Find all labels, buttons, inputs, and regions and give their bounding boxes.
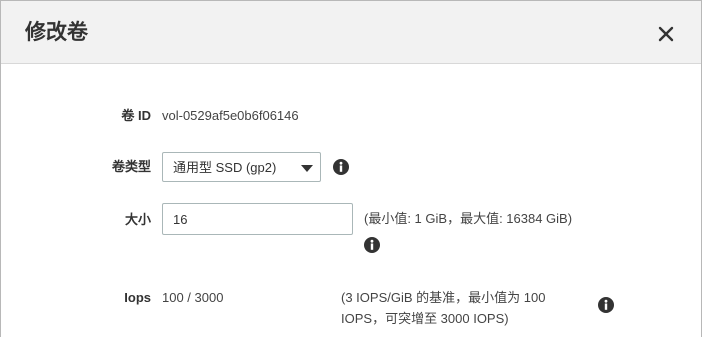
size-input[interactable] <box>162 203 353 235</box>
close-icon <box>658 26 674 42</box>
iops-value: 100 / 3000 <box>162 290 224 305</box>
size-hint: (最小值: 1 GiB，最大值: 16384 GiB) <box>364 211 573 226</box>
close-button[interactable] <box>655 23 677 45</box>
chevron-down-icon <box>301 165 313 172</box>
iops-info-icon[interactable] <box>598 297 614 313</box>
size-label: 大小 <box>124 212 151 227</box>
size-info-icon[interactable] <box>364 237 380 253</box>
volume-type-info-icon[interactable] <box>333 159 349 175</box>
volume-type-selected: 通用型 SSD (gp2) <box>173 160 277 175</box>
dialog-header: 修改卷 <box>1 1 701 64</box>
volume-id-value: vol-0529af5e0b6f06146 <box>162 108 299 123</box>
volume-type-label: 卷类型 <box>111 159 151 174</box>
volume-type-select[interactable]: 通用型 SSD (gp2) <box>162 152 321 182</box>
iops-label: Iops <box>124 290 151 305</box>
iops-hint-line2: IOPS，可突增至 3000 IOPS) <box>341 311 509 326</box>
modify-volume-dialog: 修改卷 卷 ID vol-0529af5e0b6f06146 卷类型 通用型 S… <box>0 0 702 337</box>
dialog-title: 修改卷 <box>25 21 88 44</box>
iops-hint-line1: (3 IOPS/GiB 的基准，最小值为 100 <box>341 290 546 305</box>
volume-id-label: 卷 ID <box>121 108 151 123</box>
